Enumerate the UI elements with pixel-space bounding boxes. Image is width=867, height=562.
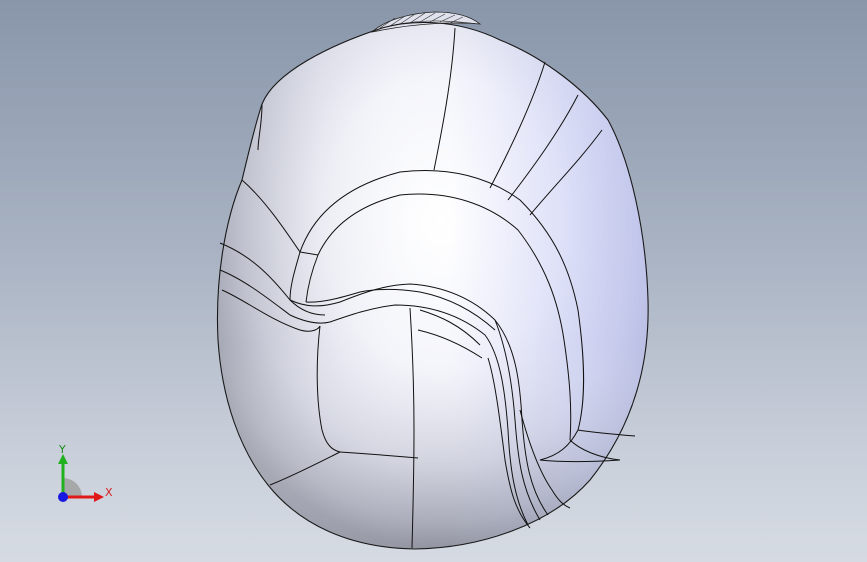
coordinate-triad: Y X xyxy=(58,443,113,502)
x-axis-arrow xyxy=(94,492,104,502)
helmet-shell-model[interactable] xyxy=(210,11,650,560)
x-axis-label: X xyxy=(105,486,113,499)
z-axis-dot xyxy=(58,492,68,502)
y-axis-label: Y xyxy=(58,443,66,456)
3d-viewport[interactable] xyxy=(0,0,867,562)
shell-bottom-shade xyxy=(217,22,649,550)
